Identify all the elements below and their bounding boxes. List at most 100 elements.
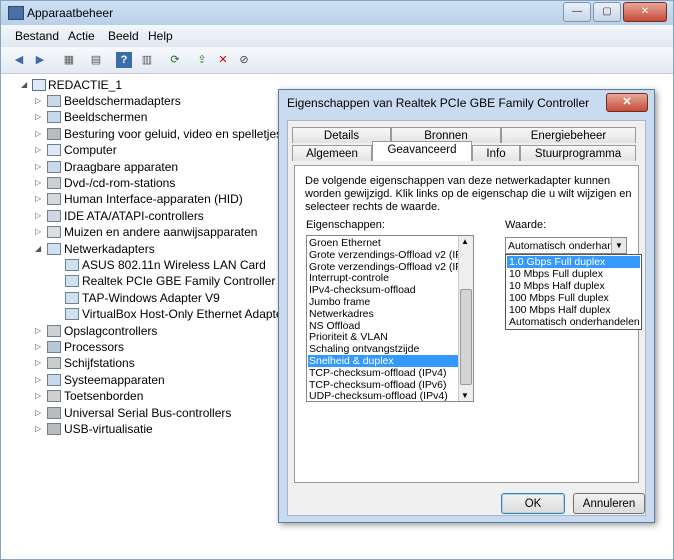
expand-arrow-icon[interactable]: ▷: [35, 327, 43, 335]
tree-device-item[interactable]: VirtualBox Host-Only Ethernet Adapter: [82, 306, 287, 322]
back-icon[interactable]: ◀: [11, 52, 27, 68]
tree-category-item[interactable]: Schijfstations: [64, 355, 135, 371]
expand-arrow-icon[interactable]: ▷: [35, 179, 43, 187]
expand-arrow-icon[interactable]: ▷: [35, 359, 43, 367]
tree-category-item[interactable]: Netwerkadapters: [64, 241, 155, 257]
close-button[interactable]: ✕: [623, 2, 667, 22]
title-bar[interactable]: Apparaatbeheer — ▢ ✕: [1, 1, 673, 25]
tree-category-item[interactable]: Draagbare apparaten: [64, 159, 178, 175]
tree-category-item[interactable]: Beeldschermadapters: [64, 93, 181, 109]
tree-category-item[interactable]: Systeemapparaten: [64, 372, 165, 388]
maximize-button[interactable]: ▢: [593, 2, 621, 22]
tab-stuurprogramma[interactable]: Stuurprogramma: [520, 145, 636, 161]
network-card-icon: [65, 292, 79, 304]
expand-arrow-icon[interactable]: ▷: [35, 113, 43, 121]
menu-help[interactable]: Help: [148, 29, 173, 43]
property-list-item[interactable]: UDP-checksum-offload (IPv4): [308, 390, 459, 401]
properties-scrollbar[interactable]: ▲ ▼: [458, 236, 473, 401]
scroll-up-icon[interactable]: ▲: [461, 237, 469, 246]
property-list-item[interactable]: Grote verzendings-Offload v2 (IPv4: [308, 249, 459, 261]
properties-list[interactable]: Groen Ethernet Grote verzendings-Offload …: [306, 235, 474, 402]
scan-hardware-icon[interactable]: ⟳: [167, 52, 183, 68]
monitor-icon: [47, 111, 61, 123]
update-driver-icon[interactable]: ⇪: [194, 52, 210, 68]
network-card-icon: [65, 259, 79, 271]
value-combobox[interactable]: Automatisch onderhandelen ▼: [505, 237, 627, 254]
expand-arrow-icon[interactable]: ▷: [35, 130, 43, 138]
expand-arrow-icon[interactable]: ▷: [35, 409, 43, 417]
property-list-item[interactable]: Snelheid & duplex: [308, 355, 459, 367]
expand-arrow-icon[interactable]: ▷: [35, 343, 43, 351]
disable-device-icon[interactable]: ⊘: [236, 52, 252, 68]
expand-arrow-icon[interactable]: ▷: [35, 146, 43, 154]
scroll-thumb[interactable]: [460, 289, 472, 385]
tree-category-item[interactable]: Muizen en andere aanwijsapparaten: [64, 224, 257, 240]
uninstall-icon[interactable]: ✕: [215, 52, 231, 68]
menu-beeld[interactable]: Beeld: [108, 29, 139, 43]
tab-algemeen[interactable]: Algemeen: [292, 145, 372, 161]
property-list-item[interactable]: IPv4-checksum-offload: [308, 284, 459, 296]
tree-category-item[interactable]: Dvd-/cd-rom-stations: [64, 175, 175, 191]
value-option[interactable]: 100 Mbps Full duplex: [507, 292, 640, 304]
property-list-item[interactable]: Jumbo frame: [308, 296, 459, 308]
keyboard-icon: [47, 390, 61, 402]
usb-icon: [47, 423, 61, 435]
value-dropdown-list[interactable]: 1.0 Gbps Full duplex 10 Mbps Full duplex 1…: [505, 254, 642, 330]
dialog-close-button[interactable]: ✕: [606, 93, 648, 112]
value-option[interactable]: 10 Mbps Half duplex: [507, 280, 640, 292]
tree-root[interactable]: REDACTIE_1: [48, 77, 122, 93]
expand-arrow-icon[interactable]: ▷: [35, 425, 43, 433]
tab-info[interactable]: Info: [472, 145, 520, 161]
action-view-icon[interactable]: ▥: [139, 52, 155, 68]
tree-category-item[interactable]: Computer: [64, 142, 117, 158]
ok-button[interactable]: OK: [501, 493, 565, 514]
tree-category-item[interactable]: USB-virtualisatie: [64, 421, 153, 437]
expand-arrow-icon[interactable]: ▷: [35, 228, 43, 236]
tree-device-item[interactable]: TAP-Windows Adapter V9: [82, 290, 220, 306]
value-option[interactable]: 100 Mbps Half duplex: [507, 304, 640, 316]
tree-category-item[interactable]: Human Interface-apparaten (HID): [64, 191, 243, 207]
chevron-down-icon[interactable]: ▼: [611, 238, 626, 253]
expand-arrow-icon[interactable]: ▷: [35, 97, 43, 105]
menu-actie[interactable]: Actie: [68, 29, 95, 43]
expand-arrow-icon[interactable]: ▷: [35, 212, 43, 220]
tab-geavanceerd[interactable]: Geavanceerd: [372, 141, 472, 161]
collapse-arrow-icon[interactable]: ◢: [35, 245, 43, 253]
device-view-icon[interactable]: ▦: [61, 52, 77, 68]
property-list-item[interactable]: Prioriteit & VLAN: [308, 331, 459, 343]
property-list-item[interactable]: Schaling ontvangstzijde: [308, 343, 459, 355]
collapse-arrow-icon[interactable]: ◢: [21, 81, 29, 89]
tree-category-item[interactable]: Opslagcontrollers: [64, 323, 157, 339]
expand-arrow-icon[interactable]: ▷: [35, 163, 43, 171]
scroll-down-icon[interactable]: ▼: [461, 391, 469, 400]
minimize-button[interactable]: —: [563, 2, 591, 22]
property-list-item[interactable]: TCP-checksum-offload (IPv6): [308, 379, 459, 391]
tree-category-item[interactable]: Processors: [64, 339, 124, 355]
menu-bestand[interactable]: Bestand: [15, 29, 59, 43]
expand-arrow-icon[interactable]: ▷: [35, 376, 43, 384]
property-list-item[interactable]: Groen Ethernet: [308, 237, 459, 249]
tree-category-item[interactable]: IDE ATA/ATAPI-controllers: [64, 208, 204, 224]
expand-arrow-icon[interactable]: ▷: [35, 195, 43, 203]
tree-category-item[interactable]: Beeldschermen: [64, 109, 147, 125]
device-manager-icon: [8, 6, 24, 20]
properties-icon[interactable]: ▤: [88, 52, 104, 68]
tree-device-item[interactable]: ASUS 802.11n Wireless LAN Card: [82, 257, 266, 273]
value-option[interactable]: 10 Mbps Full duplex: [507, 268, 640, 280]
property-list-item[interactable]: TCP-checksum-offload (IPv4): [308, 367, 459, 379]
value-option[interactable]: Automatisch onderhandelen: [507, 316, 640, 328]
property-list-item[interactable]: Grote verzendings-Offload v2 (IPv6: [308, 261, 459, 273]
tree-category-item[interactable]: Besturing voor geluid, video en spelletj…: [64, 126, 282, 142]
property-list-item[interactable]: Netwerkadres: [308, 308, 459, 320]
property-list-item[interactable]: Interrupt-controle: [308, 272, 459, 284]
tree-category-item[interactable]: Universal Serial Bus-controllers: [64, 405, 231, 421]
expand-arrow-icon[interactable]: ▷: [35, 392, 43, 400]
tab-energiebeheer[interactable]: Energiebeheer: [501, 127, 636, 143]
tree-category-item[interactable]: Toetsenborden: [64, 388, 143, 404]
tree-device-item[interactable]: Realtek PCIe GBE Family Controller: [82, 273, 275, 289]
help-icon[interactable]: ?: [116, 52, 132, 68]
property-list-item[interactable]: NS Offload: [308, 320, 459, 332]
cancel-button[interactable]: Annuleren: [573, 493, 645, 514]
value-option[interactable]: 1.0 Gbps Full duplex: [507, 256, 640, 268]
forward-icon[interactable]: ▶: [32, 52, 48, 68]
